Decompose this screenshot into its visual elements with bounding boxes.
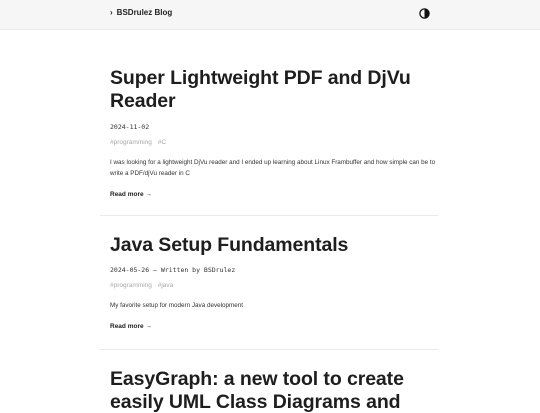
post-title-link[interactable]: Super Lightweight PDF and DjVu Reader (110, 67, 411, 112)
post-date: 2024-11-02 (110, 123, 150, 131)
post-summary: My favorite setup for modern Java develo… (110, 301, 244, 309)
post-summary: I was looking for a lightweight DjVu rea… (110, 159, 436, 177)
post-title-link[interactable]: EasyGraph: a new tool to create easily U… (110, 368, 404, 413)
read-more-link[interactable]: Read more → (110, 191, 152, 198)
tag-link[interactable]: #programming (110, 282, 152, 289)
post-title: Super Lightweight PDF and DjVu Reader (110, 67, 438, 112)
post-tags: #programming #java (110, 282, 438, 289)
post-date: 2024-05-26 (110, 265, 150, 274)
tag-link[interactable]: #java (158, 282, 174, 289)
home-link[interactable]: › BSDrulez Blog (110, 8, 172, 17)
post-author: — Written by BSDrulez (149, 265, 236, 274)
site-title: BSDrulez Blog (116, 8, 173, 17)
post-tags: #programming #C (110, 139, 438, 146)
contrast-icon (419, 8, 430, 19)
read-more-link[interactable]: Read more → (110, 323, 152, 330)
post-meta: 2024-05-26 — Written by BSDrulez (110, 266, 438, 274)
tag-link[interactable]: #programming (110, 139, 152, 146)
chevron-right-icon: › (110, 7, 113, 17)
tag-link[interactable]: #C (158, 139, 166, 146)
post-item: EasyGraph: a new tool to create easily U… (100, 368, 438, 413)
post-meta: 2024-11-02 (110, 123, 438, 131)
post-divider (100, 215, 438, 216)
post-title-link[interactable]: Java Setup Fundamentals (110, 234, 348, 256)
post-divider (100, 349, 438, 350)
post-item: Super Lightweight PDF and DjVu Reader 20… (100, 67, 438, 201)
theme-toggle-button[interactable] (419, 8, 430, 19)
post-title: EasyGraph: a new tool to create easily U… (110, 368, 438, 413)
site-header: › BSDrulez Blog (0, 0, 540, 30)
post-title: Java Setup Fundamentals (110, 234, 438, 257)
post-item: Java Setup Fundamentals 2024-05-26 — Wri… (100, 234, 438, 333)
